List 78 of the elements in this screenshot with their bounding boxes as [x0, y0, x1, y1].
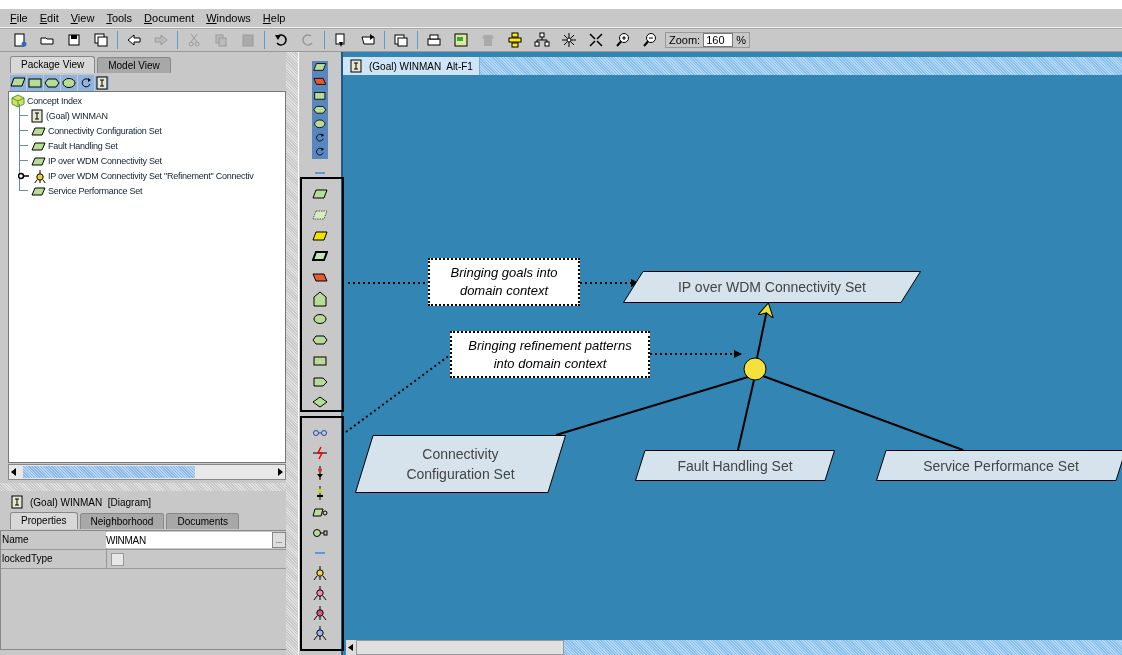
menu-item[interactable]: Tools: [100, 12, 139, 24]
image-icon[interactable]: [453, 32, 469, 48]
refinement-icon[interactable]: [312, 624, 328, 641]
goal-icon: [30, 125, 46, 136]
scrollbar-thumb[interactable]: [356, 640, 564, 655]
refinement-arrow: [756, 302, 774, 359]
tab[interactable]: Documents: [166, 513, 239, 529]
menu-item[interactable]: Document: [138, 12, 201, 24]
printer-icon[interactable]: [426, 32, 442, 48]
zoom-in-icon[interactable]: [615, 32, 631, 48]
diagram-icon: [30, 108, 44, 123]
name-field[interactable]: WINMAN: [106, 532, 272, 548]
tree-item[interactable]: Service Performance Set: [48, 185, 143, 196]
tree-item[interactable]: Connectivity Configuration Set: [48, 125, 162, 136]
inspector-title: (Goal) WINMAN [Diagram]: [30, 496, 152, 508]
goal-node: IP over WDM Connectivity Set: [623, 271, 921, 303]
goal-node: Connectivity Configuration Set: [355, 435, 566, 493]
tree-item[interactable]: IP over WDM Connectivity Set: [48, 155, 162, 166]
layout-icon[interactable]: [507, 32, 523, 48]
menu-item[interactable]: Edit: [33, 12, 65, 24]
diagram-icon: [10, 495, 24, 509]
callout: Bringing goals into domain context: [428, 258, 580, 306]
tree-item[interactable]: (Goal) WINMAN: [46, 110, 108, 121]
pentagon-icon[interactable]: [312, 290, 328, 307]
save-icon[interactable]: [66, 32, 82, 48]
refinement-node: [743, 357, 767, 381]
collapse-arrows-icon[interactable]: [588, 32, 604, 48]
tab[interactable]: Properties: [10, 512, 78, 529]
lightning-link-icon[interactable]: [312, 444, 328, 461]
goal-node: Service Performance Set: [876, 450, 1122, 481]
tab[interactable]: Package View: [10, 56, 96, 73]
menu-item[interactable]: File: [4, 12, 34, 24]
scrollbar-thumb[interactable]: [23, 466, 195, 478]
hierarchy-icon[interactable]: [534, 32, 550, 48]
document-tab[interactable]: (Goal) WINMAN Alt-F1: [343, 57, 480, 75]
refinement-icon[interactable]: [312, 564, 328, 581]
save-all-icon[interactable]: [93, 32, 109, 48]
window-icon[interactable]: [393, 32, 409, 48]
diagram-icon: [349, 59, 363, 73]
tree-item[interactable]: IP over WDM Connectivity Set "Refinement" Connectiv: [48, 170, 254, 181]
clipboard-icon[interactable]: [240, 32, 256, 48]
undo-icon[interactable]: [273, 32, 289, 48]
refinement-icon[interactable]: [312, 584, 328, 601]
back-arrow-icon[interactable]: [126, 32, 142, 48]
menu-item[interactable]: Windows: [200, 12, 257, 24]
zoom-unit: %: [736, 34, 746, 46]
zoom-label: Zoom:: [669, 34, 701, 46]
hexagon-icon[interactable]: [313, 103, 327, 117]
ellipse-icon[interactable]: [313, 117, 327, 131]
menu-item[interactable]: View: [64, 12, 101, 24]
star-burst-icon[interactable]: [561, 32, 577, 48]
new-document-icon[interactable]: [12, 32, 28, 48]
tree-item[interactable]: Fault Handling Set: [48, 140, 118, 151]
rectangle-icon[interactable]: [313, 89, 327, 103]
scroll-left-icon[interactable]: [9, 466, 19, 478]
export-icon[interactable]: [360, 32, 376, 48]
loop-icon[interactable]: [313, 131, 327, 145]
property-name: lockedType: [2, 550, 107, 568]
browse-button[interactable]: ...: [272, 532, 286, 548]
refinement-icon[interactable]: [312, 604, 328, 621]
tab[interactable]: Neighborhood: [79, 513, 165, 529]
goal-icon: [30, 155, 46, 166]
checkbox[interactable]: [111, 552, 124, 566]
goal-node: Fault Handling Set: [635, 450, 835, 481]
zoom-field[interactable]: 160: [703, 33, 734, 47]
menu-item[interactable]: Help: [256, 12, 292, 24]
diagram-icon[interactable]: [95, 75, 109, 90]
refinement-icon: [32, 168, 46, 183]
package-icon: [11, 93, 25, 108]
goal-icon: [30, 185, 46, 196]
dotted-arrow: [579, 279, 639, 287]
collapse-handle-icon[interactable]: [18, 171, 30, 180]
tree-item[interactable]: Concept Index: [27, 95, 82, 106]
tab[interactable]: Model View: [97, 57, 171, 73]
loop-icon[interactable]: [313, 145, 327, 159]
callout: Bringing refinement patterns into domain context: [450, 331, 650, 378]
zoom-out-icon[interactable]: [642, 32, 658, 48]
goal-icon: [30, 140, 46, 151]
